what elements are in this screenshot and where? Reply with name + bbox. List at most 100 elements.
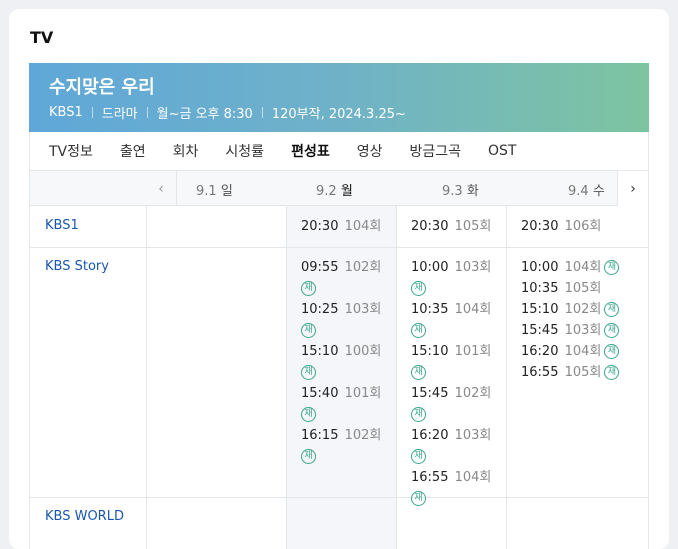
air-time: 10:00 [521, 260, 559, 275]
program-meta: KBS1 드라마 월~금 오후 8:30 120부작, 2024.3.25~ [49, 103, 406, 122]
section-title: TV [30, 28, 54, 47]
tab-2[interactable]: 회차 [173, 141, 199, 161]
episode-number: 104회 [454, 470, 492, 485]
rebroadcast-badge: 재 [411, 365, 426, 380]
schedule-cell: 20:30 106회 [521, 216, 601, 237]
schedule-cell: 09:55 102회 재 10:25 103회 재 15:10 100회 재 15:40 1… [301, 257, 381, 467]
tab-3[interactable]: 시청률 [225, 141, 264, 161]
rebroadcast-badge: 재 [411, 491, 426, 506]
episode-entry[interactable]: 16:15 102회 [301, 425, 381, 446]
row-divider [30, 247, 648, 248]
rebroadcast-line: 재 [411, 320, 491, 341]
prev-week-button[interactable]: ‹ [146, 171, 177, 206]
tab-7[interactable]: OST [488, 143, 516, 159]
rebroadcast-line: 재 [411, 446, 491, 467]
episode-number: 102회 [564, 302, 602, 317]
meta-divider [146, 107, 148, 118]
day-header-3[interactable]: 9.4 수 [568, 180, 605, 199]
tv-schedule-card: TV 수지맞은 우리 KBS1 드라마 월~금 오후 8:30 120부작, 2… [9, 9, 669, 549]
air-time: 16:15 [301, 428, 339, 443]
day-header-0[interactable]: 9.1 일 [196, 180, 233, 199]
program-genre: 드라마 [101, 107, 138, 122]
tab-5[interactable]: 영상 [357, 141, 383, 161]
air-time: 16:55 [521, 365, 559, 380]
episode-number: 106회 [564, 219, 602, 234]
rebroadcast-badge: 재 [301, 281, 316, 296]
rebroadcast-line: 재 [411, 278, 491, 299]
row-divider [30, 497, 648, 498]
day-weekday: 일 [220, 184, 233, 199]
episode-entry[interactable]: 20:30 106회 [521, 216, 601, 237]
episode-entry[interactable]: 16:55 104회 [411, 467, 491, 488]
schedule-cell: 20:30 105회 [411, 216, 491, 237]
episode-number: 103회 [454, 428, 492, 443]
schedule-cell: 10:00 103회 재 10:35 104회 재 15:10 101회 재 15:45 1… [411, 257, 491, 509]
episode-entry[interactable]: 10:25 103회 [301, 299, 381, 320]
episode-number: 102회 [454, 386, 492, 401]
rebroadcast-badge: 재 [301, 407, 316, 422]
air-time: 10:35 [521, 281, 559, 296]
air-time: 16:20 [521, 344, 559, 359]
chevron-right-icon: › [630, 180, 636, 197]
episode-number: 105회 [564, 281, 602, 296]
rebroadcast-badge: 재 [301, 449, 316, 464]
rebroadcast-badge: 재 [301, 365, 316, 380]
day-date: 9.4 [568, 184, 589, 199]
episode-entry[interactable]: 16:20 103회 [411, 425, 491, 446]
episode-entry[interactable]: 20:30 105회 [411, 216, 491, 237]
air-time: 15:10 [521, 302, 559, 317]
episode-entry[interactable]: 10:00 103회 [411, 257, 491, 278]
episode-entry[interactable]: 15:10 100회 [301, 341, 381, 362]
day-weekday: 화 [466, 184, 479, 199]
episode-entry[interactable]: 10:35 105회 [521, 278, 619, 299]
rebroadcast-badge: 재 [301, 323, 316, 338]
episode-entry[interactable]: 15:40 101회 [301, 383, 381, 404]
episode-entry[interactable]: 09:55 102회 [301, 257, 381, 278]
schedule-cell: 20:30 104회 [301, 216, 381, 237]
episode-number: 105회 [454, 219, 492, 234]
rebroadcast-line: 재 [301, 446, 381, 467]
program-tabs: TV정보 출연 회차 시청률 편성표 영상 방금그곡 OST [29, 132, 649, 170]
tab-0[interactable]: TV정보 [49, 141, 93, 161]
rebroadcast-badge: 재 [411, 407, 426, 422]
air-time: 16:20 [411, 428, 449, 443]
channel-name[interactable]: KBS Story [45, 259, 109, 274]
episode-number: 104회 [564, 344, 602, 359]
air-time: 15:40 [301, 386, 339, 401]
episode-entry[interactable]: 16:55 105회 재 [521, 362, 620, 383]
episode-number: 104회 [344, 219, 382, 234]
episode-entry[interactable]: 20:30 104회 [301, 216, 381, 237]
air-time: 15:10 [411, 344, 449, 359]
air-time: 09:55 [301, 260, 339, 275]
episode-entry[interactable]: 16:20 104회 재 [521, 341, 620, 362]
program-banner: 수지맞은 우리 KBS1 드라마 월~금 오후 8:30 120부작, 2024… [29, 63, 649, 132]
tab-1[interactable]: 출연 [120, 141, 146, 161]
episode-entry[interactable]: 10:00 104회 재 [521, 257, 620, 278]
episode-entry[interactable]: 15:10 102회 재 [521, 299, 620, 320]
episode-number: 104회 [564, 260, 602, 275]
channel-name[interactable]: KBS1 [45, 218, 79, 233]
tab-4[interactable]: 편성표 [291, 141, 330, 161]
rebroadcast-badge: 재 [604, 365, 620, 380]
episode-number: 104회 [454, 302, 492, 317]
tab-6[interactable]: 방금그곡 [409, 141, 461, 161]
episode-entry[interactable]: 15:45 103회 재 [521, 320, 620, 341]
channel-name[interactable]: KBS WORLD [45, 509, 124, 524]
episode-entry[interactable]: 10:35 104회 [411, 299, 491, 320]
program-episodes-info: 120부작, 2024.3.25~ [271, 107, 406, 122]
rebroadcast-line: 재 [301, 320, 381, 341]
air-time: 16:55 [411, 470, 449, 485]
rebroadcast-line: 재 [411, 362, 491, 383]
episode-entry[interactable]: 15:10 101회 [411, 341, 491, 362]
next-week-button[interactable]: › [617, 171, 648, 206]
air-time: 15:10 [301, 344, 339, 359]
rebroadcast-line: 재 [301, 404, 381, 425]
rebroadcast-badge: 재 [604, 260, 620, 275]
program-title[interactable]: 수지맞은 우리 [49, 73, 155, 99]
day-header-2[interactable]: 9.3 화 [442, 180, 479, 199]
day-date: 9.1 [196, 184, 217, 199]
day-header-1[interactable]: 9.2 월 [316, 180, 353, 199]
episode-entry[interactable]: 15:45 102회 [411, 383, 491, 404]
episode-number: 102회 [344, 260, 382, 275]
day-weekday: 월 [340, 184, 353, 199]
